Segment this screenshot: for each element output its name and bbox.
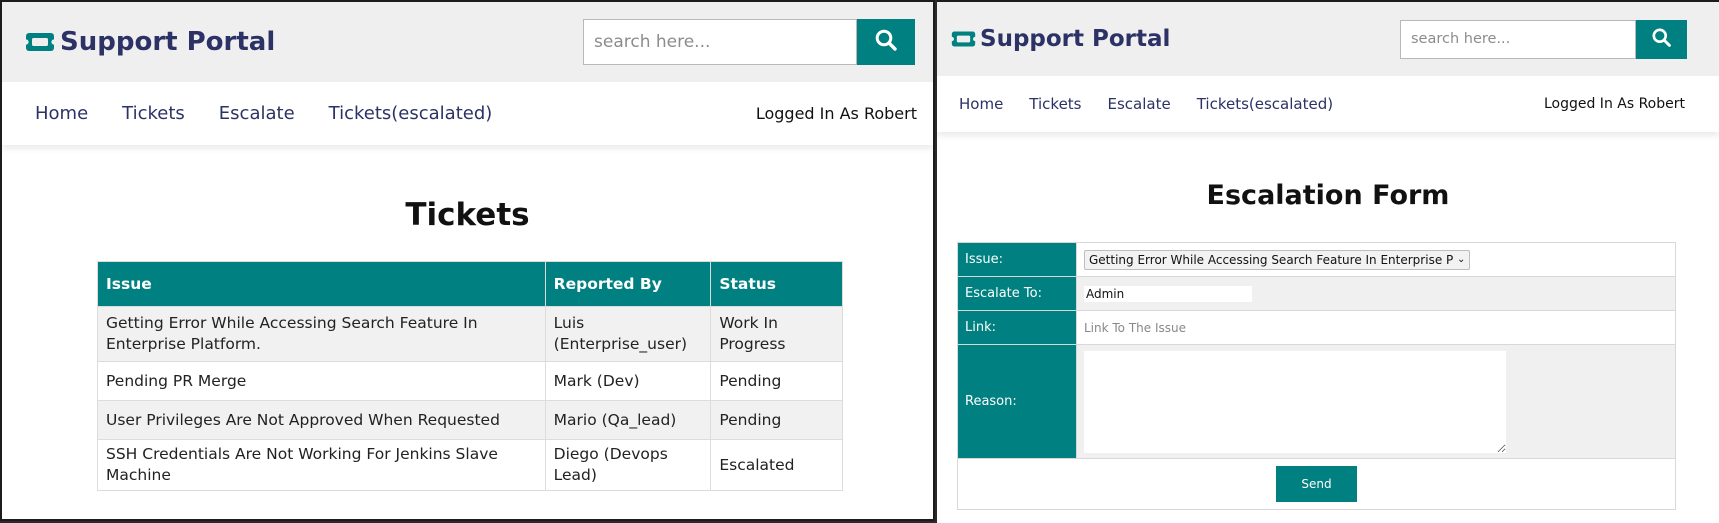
- issue-select[interactable]: Getting Error While Accessing Search Fea…: [1084, 249, 1471, 270]
- search-input[interactable]: [1400, 19, 1636, 59]
- nav-tickets-escalated-link[interactable]: Tickets(escalated): [1197, 95, 1333, 113]
- cell-reported-by: Mark (Dev): [544, 361, 712, 401]
- ticket-icon: [950, 29, 980, 49]
- table-row[interactable]: Getting Error While Accessing Search Fea…: [97, 306, 843, 362]
- nav-home-link[interactable]: Home: [959, 95, 1003, 113]
- tickets-window: Support Portal Home Tickets Escalate Tic…: [0, 0, 935, 521]
- issue-select-value: Getting Error While Accessing Search Fea…: [1089, 252, 1454, 267]
- form-row-reason: Reason:: [957, 344, 1676, 459]
- search-button[interactable]: [857, 19, 915, 65]
- header: Support Portal: [937, 2, 1719, 76]
- column-header-reported-by: Reported By: [544, 261, 712, 307]
- link-label: Link:: [957, 310, 1077, 345]
- table-row[interactable]: User Privileges Are Not Approved When Re…: [97, 400, 843, 440]
- nav-home-link[interactable]: Home: [35, 103, 88, 124]
- nav-tickets-escalated-link[interactable]: Tickets(escalated): [329, 103, 493, 124]
- cell-reported-by: Luis (Enterprise_user): [544, 306, 712, 362]
- table-header-row: Issue Reported By Status: [97, 261, 843, 307]
- cell-reported-by: Mario (Qa_lead): [544, 400, 712, 440]
- search-bar: [1400, 19, 1687, 59]
- brand-logo[interactable]: Support Portal: [24, 27, 275, 57]
- cell-status: Escalated: [710, 439, 843, 491]
- page-title: Tickets: [405, 197, 530, 233]
- issue-label: Issue:: [957, 242, 1077, 277]
- reason-label: Reason:: [957, 344, 1077, 459]
- table-row[interactable]: SSH Credentials Are Not Working For Jenk…: [97, 439, 843, 491]
- search-button[interactable]: [1636, 19, 1687, 59]
- reason-textarea[interactable]: [1084, 350, 1506, 453]
- brand-name: Support Portal: [980, 26, 1171, 52]
- cell-status: Work In Progress: [710, 306, 843, 362]
- form-row-submit: Send: [957, 458, 1676, 510]
- nav-tickets-link[interactable]: Tickets: [1029, 95, 1081, 113]
- escalation-form: Issue: Getting Error While Accessing Sea…: [957, 242, 1676, 510]
- nav-tickets-link[interactable]: Tickets: [122, 103, 185, 124]
- table-row[interactable]: Pending PR Merge Mark (Dev) Pending: [97, 361, 843, 401]
- column-header-status: Status: [710, 261, 843, 307]
- header: Support Portal: [2, 2, 933, 82]
- nav-bar: Home Tickets Escalate Tickets(escalated)…: [2, 82, 933, 145]
- cell-issue: Pending PR Merge: [97, 361, 546, 401]
- logged-in-user: Logged In As Robert: [1543, 96, 1685, 112]
- search-icon: [874, 28, 898, 56]
- search-input[interactable]: [583, 19, 857, 65]
- nav-escalate-link[interactable]: Escalate: [219, 103, 295, 124]
- brand-logo[interactable]: Support Portal: [950, 26, 1170, 52]
- link-input[interactable]: [1084, 318, 1384, 337]
- escalate-to-label: Escalate To:: [957, 276, 1077, 311]
- escalation-window: Support Portal Home Tickets Escalate Tic…: [937, 0, 1719, 523]
- column-header-issue: Issue: [97, 261, 546, 307]
- escalate-to-input[interactable]: [1084, 285, 1252, 302]
- cell-status: Pending: [710, 361, 843, 401]
- search-icon: [1651, 27, 1672, 52]
- send-button[interactable]: Send: [1276, 466, 1357, 502]
- cell-issue: SSH Credentials Are Not Working For Jenk…: [97, 439, 546, 491]
- chevron-down-icon: ⌄: [1457, 254, 1466, 265]
- ticket-icon: [24, 30, 60, 54]
- form-row-issue: Issue: Getting Error While Accessing Sea…: [957, 242, 1676, 277]
- page-title: Escalation Form: [1206, 180, 1450, 211]
- brand-name: Support Portal: [60, 27, 276, 57]
- search-bar: [583, 19, 915, 65]
- cell-issue: Getting Error While Accessing Search Fea…: [97, 306, 546, 362]
- cell-reported-by: Diego (Devops Lead): [544, 439, 712, 491]
- cell-issue: User Privileges Are Not Approved When Re…: [97, 400, 546, 440]
- form-row-link: Link:: [957, 310, 1676, 345]
- nav-bar: Home Tickets Escalate Tickets(escalated)…: [937, 76, 1719, 132]
- cell-status: Pending: [710, 400, 843, 440]
- tickets-table: Issue Reported By Status Getting Error W…: [97, 261, 843, 491]
- nav-escalate-link[interactable]: Escalate: [1108, 95, 1171, 113]
- logged-in-user: Logged In As Robert: [755, 104, 917, 123]
- form-row-escalate-to: Escalate To:: [957, 276, 1676, 311]
